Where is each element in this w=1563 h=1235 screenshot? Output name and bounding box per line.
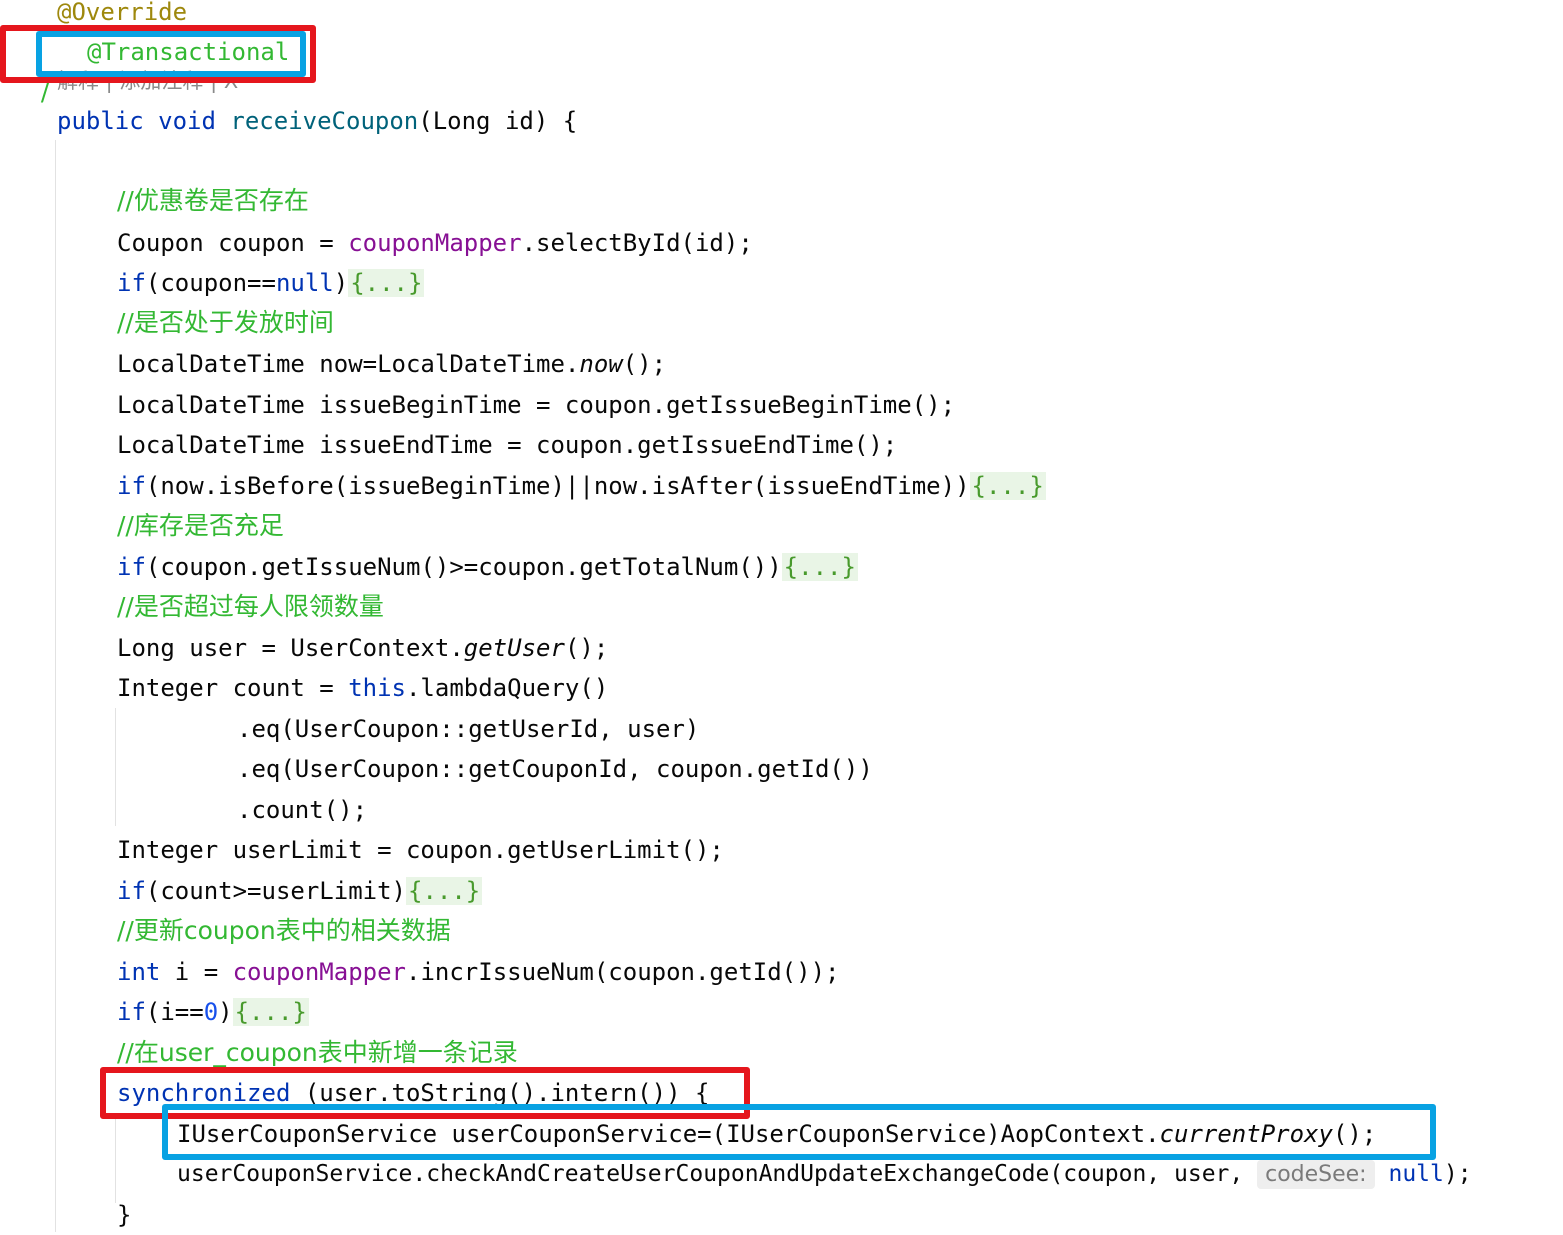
folded-block[interactable]: {...} xyxy=(406,877,483,905)
folded-block[interactable]: {...} xyxy=(969,472,1046,500)
code-line: if(count>=userLimit){...} xyxy=(117,877,483,905)
parameter-hint: codeSee: xyxy=(1257,1160,1375,1189)
folded-block[interactable]: {...} xyxy=(348,269,425,297)
indent-guide xyxy=(115,708,116,826)
closing-brace: } xyxy=(117,1201,132,1229)
code-line: .eq(UserCoupon::getUserId, user) xyxy=(237,715,700,743)
comment-update-coupon: //更新coupon表中的相关数据 xyxy=(117,916,451,945)
code-line: int i = couponMapper.incrIssueNum(coupon… xyxy=(117,958,840,986)
code-line-call: userCouponService.checkAndCreateUserCoup… xyxy=(177,1160,1472,1189)
comment-issue-time: //是否处于发放时间 xyxy=(117,308,334,337)
folded-block[interactable]: {...} xyxy=(232,998,309,1026)
comment-coupon-exists: //优惠卷是否存在 xyxy=(117,186,309,215)
highlight-box-blue xyxy=(162,1104,1436,1160)
code-line: if(coupon==null){...} xyxy=(117,269,425,297)
folded-block[interactable]: {...} xyxy=(781,553,858,581)
code-line: if(coupon.getIssueNum()>=coupon.getTotal… xyxy=(117,553,858,581)
method-signature: public void receiveCoupon(Long id) { xyxy=(57,107,578,135)
code-line: Integer count = this.lambdaQuery() xyxy=(117,674,609,702)
code-line: if(i==0){...} xyxy=(117,998,309,1026)
comment-stock: //库存是否充足 xyxy=(117,511,284,540)
indent-guide xyxy=(55,140,56,1232)
code-line: .eq(UserCoupon::getCouponId, coupon.getI… xyxy=(237,755,873,783)
code-line: LocalDateTime issueEndTime = coupon.getI… xyxy=(117,431,898,459)
code-line: LocalDateTime issueBeginTime = coupon.ge… xyxy=(117,391,956,419)
code-line: Long user = UserContext.getUser(); xyxy=(117,634,609,662)
indent-guide xyxy=(115,1115,116,1203)
code-line: .count(); xyxy=(237,796,368,824)
highlight-box-blue xyxy=(36,31,306,77)
comment-user-limit: //是否超过每人限领数量 xyxy=(117,592,384,621)
code-line: Coupon coupon = couponMapper.selectById(… xyxy=(117,229,753,257)
code-line: Integer userLimit = coupon.getUserLimit(… xyxy=(117,836,724,864)
code-line: if(now.isBefore(issueBeginTime)||now.isA… xyxy=(117,472,1046,500)
code-line: LocalDateTime now=LocalDateTime.now(); xyxy=(117,350,667,378)
